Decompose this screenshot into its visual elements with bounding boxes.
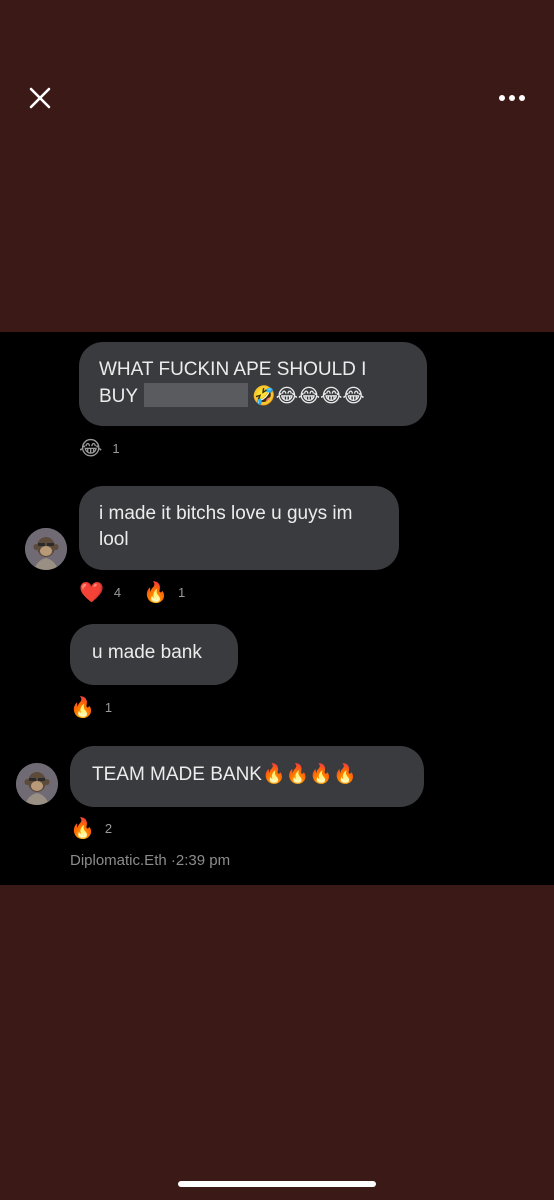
more-options-button[interactable]	[498, 88, 526, 108]
message-time: 2:39 pm	[175, 852, 231, 869]
ape-avatar-icon	[25, 528, 67, 570]
message-reactions[interactable]: 🔥 2	[70, 816, 124, 840]
reaction-chip[interactable]: 🔥 1	[143, 580, 185, 604]
message-text: TEAM MADE BANK🔥🔥🔥🔥	[92, 764, 357, 785]
reaction-emoji: 🔥	[70, 695, 95, 719]
chat-screenshot: WHAT FUCKIN APE SHOULD I BUY 🤣😂😂😂😂 😂 1 i …	[0, 332, 554, 885]
message-bubble: TEAM MADE BANK🔥🔥🔥🔥	[70, 746, 424, 807]
close-icon	[29, 87, 51, 109]
message-bubble: WHAT FUCKIN APE SHOULD I BUY 🤣😂😂😂😂	[79, 342, 427, 426]
reaction-chip[interactable]: 😂 1	[79, 436, 120, 460]
avatar[interactable]	[16, 763, 58, 805]
message-text: BUY 🤣😂😂😂😂	[99, 383, 365, 407]
message-text: WHAT FUCKIN APE SHOULD I	[99, 359, 367, 380]
redacted-block	[144, 383, 249, 407]
message-reactions[interactable]: 🔥 1	[70, 695, 124, 719]
reaction-chip[interactable]: 🔥 2	[70, 816, 112, 840]
more-horizontal-icon	[499, 95, 525, 101]
close-button[interactable]	[26, 84, 54, 112]
ape-avatar-icon	[16, 763, 58, 805]
message-text: u made bank	[92, 642, 202, 663]
reaction-chip[interactable]: 🔥 1	[70, 695, 112, 719]
reaction-emoji: 🔥	[143, 580, 169, 604]
sender-name: Diplomatic.Eth	[70, 852, 167, 869]
avatar[interactable]	[25, 528, 67, 570]
message-reactions[interactable]: ❤️ 4 🔥 1	[79, 580, 197, 604]
reaction-count: 2	[104, 820, 113, 836]
reaction-chip[interactable]: ❤️ 4	[79, 580, 121, 604]
reaction-count: 1	[112, 440, 120, 456]
message-meta: Diplomatic.Eth ·2:39 pm	[70, 852, 230, 869]
reaction-count: 1	[104, 699, 113, 715]
reaction-emoji: ❤️	[79, 580, 104, 604]
reaction-count: 1	[178, 584, 186, 600]
reaction-emoji: 🔥	[70, 816, 95, 840]
message-bubble: i made it bitchs love u guys im lool	[79, 486, 399, 570]
message-text: i made it bitchs love u guys im lool	[99, 503, 353, 550]
message-reactions[interactable]: 😂 1	[79, 436, 132, 460]
reaction-emoji: 😂	[79, 436, 103, 460]
message-bubble: u made bank	[70, 624, 238, 685]
reaction-count: 4	[113, 584, 122, 600]
home-indicator[interactable]	[178, 1181, 376, 1187]
